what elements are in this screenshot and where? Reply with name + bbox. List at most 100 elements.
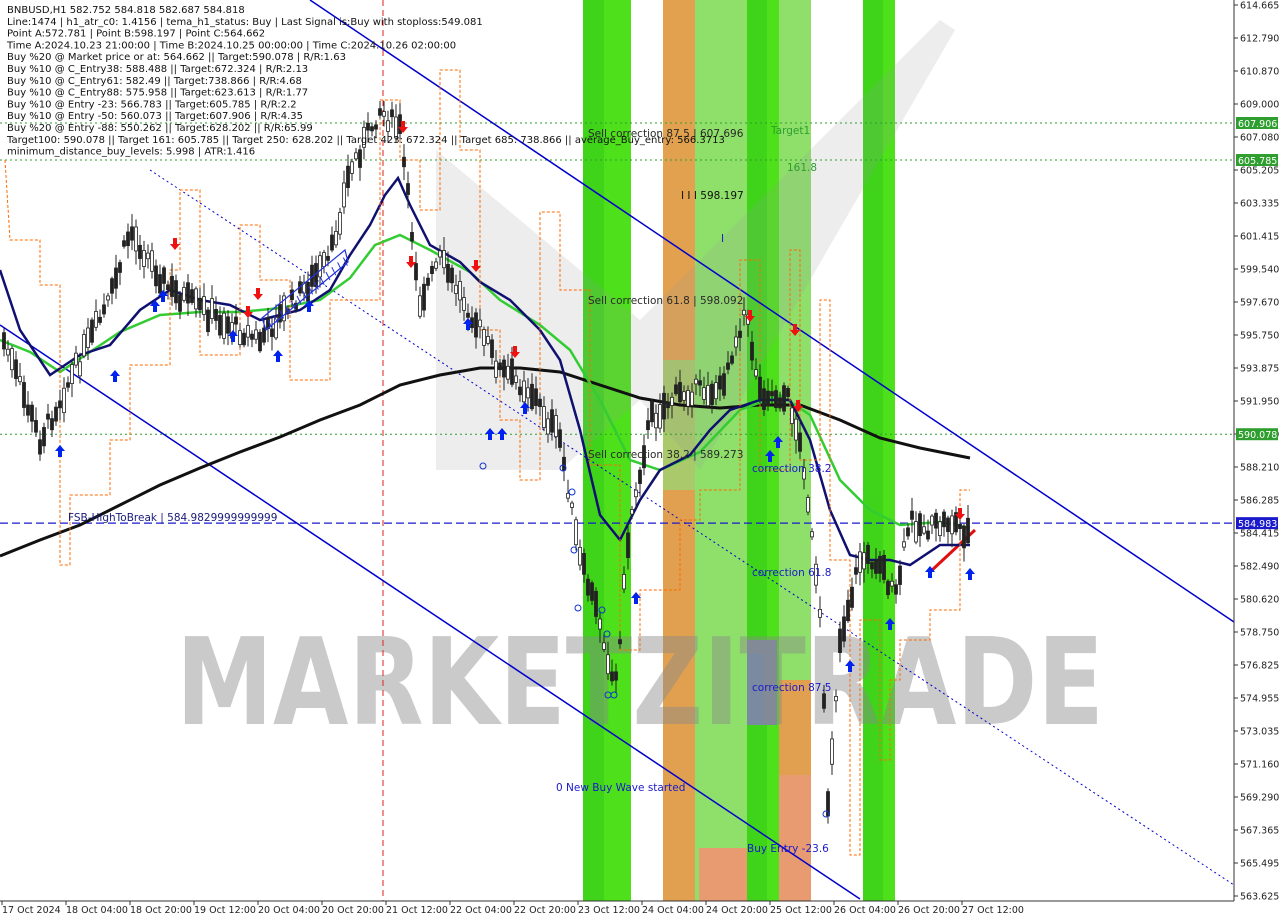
candle-body <box>22 382 26 408</box>
candle-body <box>94 311 98 328</box>
info-line: Line:1474 | h1_atr_c0: 1.4156 | tema_h1_… <box>7 17 483 28</box>
candle-body <box>594 590 598 617</box>
sell-arrow-icon <box>253 288 263 300</box>
annotation-target1: Target1 <box>770 125 810 137</box>
buy-arrow-icon <box>273 350 283 362</box>
candle-body <box>914 521 918 543</box>
price-tick-label: 597.670 <box>1240 298 1279 309</box>
info-line: Buy %20 @ Entry -88: 550.262 || Target:6… <box>7 123 313 134</box>
candle-body <box>58 400 62 409</box>
annotation-sell-corr-618: Sell correction 61.8 | 598.092 <box>588 295 743 307</box>
candle-body <box>798 432 802 452</box>
candle-body <box>422 283 426 311</box>
price-tick-label: 595.750 <box>1240 331 1279 342</box>
price-tick-label: 582.490 <box>1240 562 1279 573</box>
candle-body <box>562 456 566 471</box>
buy-arrow-icon <box>965 568 975 580</box>
candle-body <box>666 401 670 409</box>
candle-body <box>158 274 162 294</box>
candle-body <box>730 355 734 364</box>
price-tick-label: 588.210 <box>1240 463 1279 474</box>
chart-root: MARKETZITRADE Sell correction 87.5 | 607… <box>0 0 1280 920</box>
info-line: minimum_distance_buy_levels: 5.998 | ATR… <box>7 147 255 158</box>
candle-body <box>358 149 362 168</box>
candle-body <box>910 510 914 520</box>
candle-body <box>654 412 658 429</box>
candle-body <box>366 122 370 131</box>
candle-body <box>942 511 946 528</box>
candle-body <box>662 392 666 420</box>
candle-body <box>10 348 14 371</box>
candle-body <box>902 541 906 548</box>
time-tick-label: 24 Oct 20:00 <box>706 905 768 916</box>
candle-body <box>126 231 130 247</box>
candle-body <box>142 250 146 267</box>
candle-body <box>550 409 554 433</box>
candle-body <box>154 265 158 287</box>
candle-body <box>938 521 942 537</box>
price-tick-label: 569.290 <box>1240 793 1279 804</box>
candle-body <box>66 382 70 388</box>
price-tick-label: 609.000 <box>1240 100 1279 111</box>
candle-body <box>862 552 866 570</box>
candle-body <box>482 329 486 346</box>
candle-body <box>710 383 714 405</box>
candle-body <box>342 182 346 208</box>
highlight-zone <box>699 848 747 901</box>
candle-body <box>222 312 226 339</box>
candle-body <box>542 406 546 428</box>
candle-body <box>430 265 434 275</box>
candle-body <box>622 574 626 590</box>
candle-body <box>98 316 102 323</box>
candle-body <box>886 580 890 596</box>
candle-body <box>242 332 246 346</box>
candle-body <box>434 261 438 269</box>
candle-body <box>754 369 758 377</box>
candle-body <box>114 267 118 289</box>
candle-body <box>410 231 414 242</box>
price-tick-label: 565.495 <box>1240 859 1279 870</box>
candle-body <box>726 362 730 370</box>
price-chart: MARKETZITRADE Sell correction 87.5 | 607… <box>0 0 1280 920</box>
candle-body <box>106 295 110 301</box>
candle-body <box>618 639 622 645</box>
candle-body <box>930 515 934 526</box>
candle-body <box>190 289 194 303</box>
info-line: Buy %10 @ C_Entry38: 588.488 || Target:6… <box>7 64 308 75</box>
candle-body <box>546 418 550 435</box>
annotation-corr-875: correction 87.5 <box>752 682 831 694</box>
candle-body <box>130 226 134 241</box>
candle-body <box>202 296 206 315</box>
candle-body <box>526 387 530 399</box>
candle-body <box>346 165 350 189</box>
candle-body <box>234 316 238 325</box>
candle-body <box>602 642 606 650</box>
price-tag-label: 605.785 <box>1238 156 1277 167</box>
candle-body <box>446 263 450 283</box>
candle-body <box>774 390 778 408</box>
candle-body <box>706 385 710 407</box>
candle-body <box>442 250 446 269</box>
candle-body <box>530 383 534 410</box>
candle-body <box>378 108 382 116</box>
candle-body <box>54 406 58 422</box>
candle-body <box>598 618 602 630</box>
candle-body <box>26 404 30 416</box>
candle-body <box>270 328 274 337</box>
candle-body <box>510 358 514 385</box>
candle-body <box>250 333 254 340</box>
annotation-corr-618: correction 61.8 <box>752 567 831 579</box>
candle-body <box>926 530 930 540</box>
candle-body <box>786 387 790 397</box>
candle-body <box>590 582 594 601</box>
candle-body <box>866 544 870 564</box>
price-tick-label: 574.955 <box>1240 694 1279 705</box>
candle-body <box>766 390 770 407</box>
candle-body <box>350 161 354 174</box>
candle-body <box>630 509 634 515</box>
candle-body <box>406 183 410 195</box>
time-tick-label: 18 Oct 04:00 <box>66 905 128 916</box>
annotation-fsb: FSB-HighToBreak | 584.9829999999999 <box>68 512 277 524</box>
price-tag-label: 607.906 <box>1238 119 1277 130</box>
time-tick-label: 20 Oct 20:00 <box>322 905 384 916</box>
